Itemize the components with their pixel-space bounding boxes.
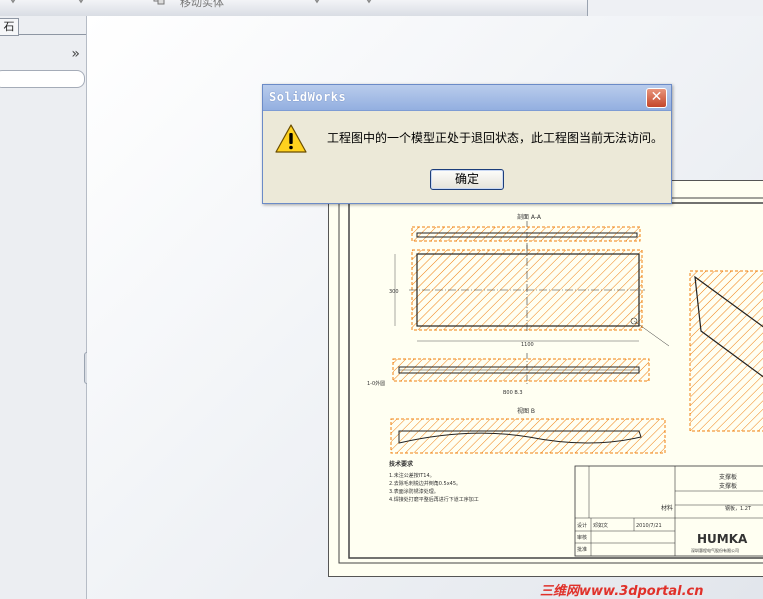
expand-chevron-icon[interactable]: » <box>71 47 80 61</box>
company-name: 深圳惠程电气股份有限公司 <box>691 547 739 553</box>
hatched-region <box>411 226 641 242</box>
toolbar-right-area <box>588 0 763 16</box>
design-label: 设计 <box>577 522 587 529</box>
detail-label: 视图 B <box>517 407 535 415</box>
section-dimension: B00 B.3 <box>503 390 523 396</box>
check-label: 审核 <box>577 534 587 541</box>
title-block: 支撑板 支撑板 材料 钢板，1.2T 设计 邓如文 2010/7/21 审核 批… <box>574 465 763 557</box>
ok-button[interactable]: 确定 <box>430 169 504 190</box>
tech-note: 3.表面涂防锈漆处理。 <box>389 488 439 495</box>
note-tag: 1-0外圆 <box>367 380 385 387</box>
width-dimension: 1100 <box>521 342 534 348</box>
dialog-title: SolidWorks <box>269 90 347 104</box>
drawing-sheet[interactable]: 剖面 A-A 300 1100 1-0外圆 B00 B.3 视图 B 技术要求 … <box>328 180 763 577</box>
close-button[interactable]: ✕ <box>646 88 667 108</box>
toolbar-arrow-icon[interactable] <box>74 0 88 6</box>
solidworks-alert-dialog[interactable]: SolidWorks ✕ 工程图中的一个模型正处于退回状态，此工程图当前无法访问… <box>262 84 672 204</box>
hatched-region <box>689 270 763 432</box>
design-date: 2010/7/21 <box>636 523 662 529</box>
panel-tab[interactable]: 石 <box>0 18 19 36</box>
tech-note: 1.未注公差按IT14。 <box>389 472 435 479</box>
material-label: 材料 <box>661 504 673 512</box>
part-sub: 支撑板 <box>719 482 737 490</box>
toolbar-arrow-icon[interactable] <box>6 0 20 6</box>
watermark-brand: 三维网 <box>540 584 580 599</box>
hatched-region <box>390 418 666 454</box>
designer-name: 邓如文 <box>593 522 608 529</box>
watermark: 三维网www.3dportal.cn <box>540 580 704 599</box>
tech-title: 技术要求 <box>389 460 414 468</box>
warning-icon <box>275 124 307 153</box>
filter-input[interactable] <box>0 70 85 88</box>
tech-note: 4.焊接处打磨平整后再进行下道工序加工 <box>389 496 479 503</box>
tech-note: 2.去除毛刺锐边并倒角0.5x45。 <box>389 480 461 487</box>
move-entity-icon[interactable] <box>152 0 166 6</box>
move-entity-label[interactable]: 移动实体 <box>180 0 224 10</box>
toolbar-arrow-icon[interactable] <box>310 0 324 6</box>
feature-manager-panel: 石 » <box>0 16 87 599</box>
approve-label: 批准 <box>577 546 587 553</box>
part-name: 支撑板 <box>719 473 737 481</box>
drawing-svg: 剖面 A-A 300 1100 1-0外圆 B00 B.3 视图 B 技术要求 … <box>338 197 763 564</box>
top-toolbar: 移动实体 <box>0 0 588 17</box>
dialog-message: 工程图中的一个模型正处于退回状态，此工程图当前无法访问。 <box>327 131 664 145</box>
section-label: 剖面 A-A <box>517 213 542 221</box>
panel-tab-divider <box>19 34 86 35</box>
material-value: 钢板，1.2T <box>725 505 752 512</box>
company-logo: HUMKA <box>697 532 748 546</box>
watermark-url: www.3dportal.cn <box>579 584 704 599</box>
toolbar-arrow-icon[interactable] <box>362 0 376 6</box>
height-dimension: 300 <box>389 289 399 295</box>
dialog-titlebar[interactable]: SolidWorks ✕ <box>263 85 671 111</box>
